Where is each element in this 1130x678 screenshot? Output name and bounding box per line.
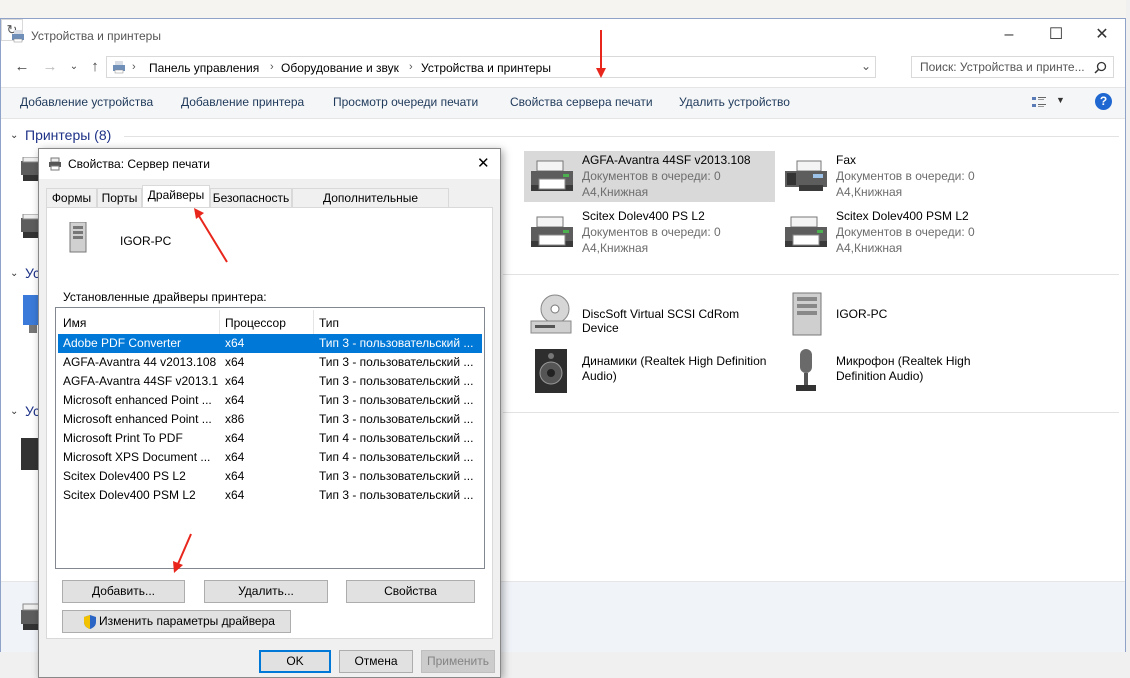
annotation-arrows	[173, 30, 606, 573]
arrow-to-drivers-tab	[194, 208, 228, 263]
arrow-to-server-properties	[596, 30, 606, 78]
arrow-to-add-button	[173, 533, 192, 573]
